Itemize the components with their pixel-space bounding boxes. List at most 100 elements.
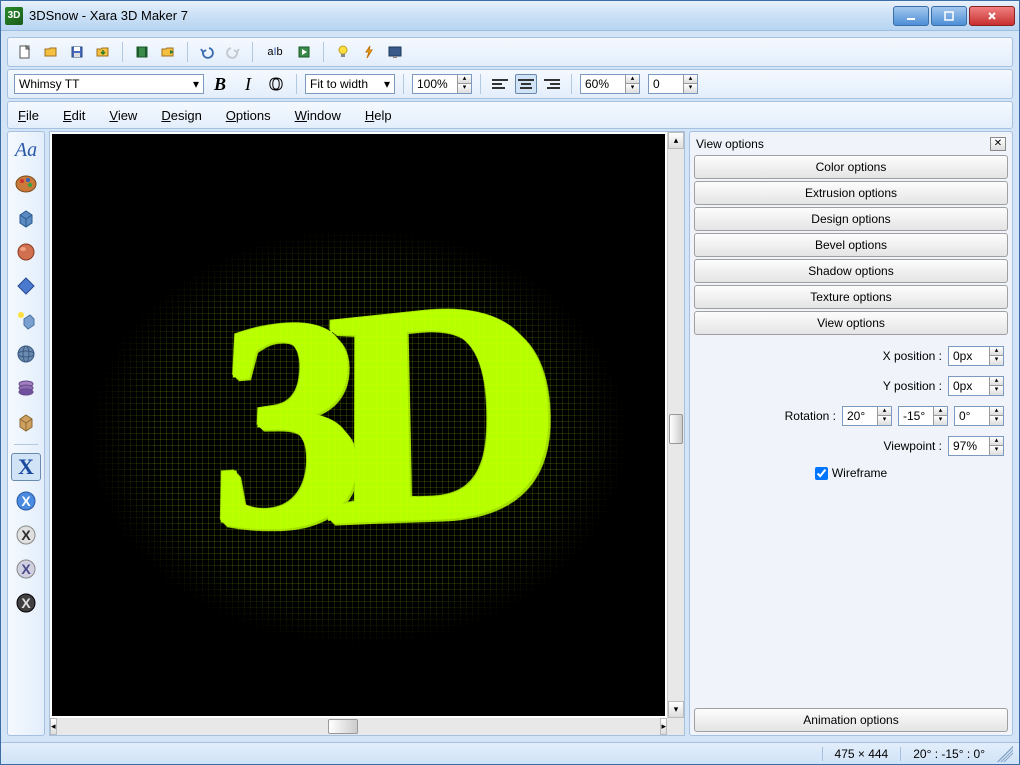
menu-help[interactable]: Help (365, 108, 392, 123)
fit-mode-combo[interactable]: Fit to width ▾ (305, 74, 395, 94)
animate-icon[interactable] (293, 41, 315, 63)
menu-view[interactable]: View (109, 108, 137, 123)
scroll-down-icon[interactable]: ▾ (668, 701, 684, 718)
menu-edit[interactable]: Edit (63, 108, 85, 123)
sphere-icon[interactable] (11, 238, 41, 266)
aspect-field[interactable]: ▴▾ (580, 74, 640, 94)
rotation-x-field[interactable]: ▴▾ (842, 406, 892, 426)
resize-grip-icon[interactable] (997, 746, 1013, 762)
vertical-scrollbar[interactable]: ▴ ▾ (667, 132, 684, 718)
zoom-field[interactable]: ▴▾ (412, 74, 472, 94)
x-circle-2-icon[interactable]: X (11, 521, 41, 549)
palette-icon[interactable] (11, 170, 41, 198)
bevel-options-button[interactable]: Bevel options (694, 233, 1008, 257)
scroll-track[interactable] (57, 718, 661, 735)
aspect-input[interactable] (581, 75, 625, 93)
extrusion-options-button[interactable]: Extrusion options (694, 181, 1008, 205)
align-center-button[interactable] (515, 74, 537, 94)
save-icon[interactable] (66, 41, 88, 63)
spin-down-icon[interactable]: ▾ (989, 416, 1003, 425)
rotation-y-field[interactable]: ▴▾ (898, 406, 948, 426)
extrude-cube-icon[interactable] (11, 204, 41, 232)
maximize-button[interactable] (931, 6, 967, 26)
viewpoint-input[interactable] (949, 437, 989, 455)
kerning-input[interactable] (649, 75, 683, 93)
undo-icon[interactable] (196, 41, 218, 63)
scroll-up-icon[interactable]: ▴ (668, 132, 684, 149)
zoom-input[interactable] (413, 75, 457, 93)
x-circle-1-icon[interactable]: X (11, 487, 41, 515)
text-tool-icon[interactable]: Aa (11, 136, 41, 164)
spin-down-icon[interactable]: ▾ (683, 84, 697, 93)
texture-options-button[interactable]: Texture options (694, 285, 1008, 309)
bevel-diamond-icon[interactable] (11, 272, 41, 300)
spin-up-icon[interactable]: ▴ (989, 347, 1003, 356)
spin-down-icon[interactable]: ▾ (989, 386, 1003, 395)
flash-icon[interactable] (358, 41, 380, 63)
menu-window[interactable]: Window (295, 108, 341, 123)
spin-up-icon[interactable]: ▴ (933, 407, 947, 416)
spin-up-icon[interactable]: ▴ (989, 407, 1003, 416)
color-options-button[interactable]: Color options (694, 155, 1008, 179)
y-position-field[interactable]: ▴▾ (948, 376, 1004, 396)
x-circle-4-icon[interactable]: X (11, 589, 41, 617)
new-icon[interactable] (14, 41, 36, 63)
animation-options-button[interactable]: Animation options (694, 708, 1008, 732)
kerning-field[interactable]: ▴▾ (648, 74, 698, 94)
close-button[interactable] (969, 6, 1015, 26)
spin-up-icon[interactable]: ▴ (457, 75, 471, 84)
scroll-thumb[interactable] (669, 414, 683, 444)
outline-button[interactable]: O (264, 74, 288, 95)
menu-options[interactable]: Options (226, 108, 271, 123)
align-left-button[interactable] (489, 74, 511, 94)
viewpoint-field[interactable]: ▴▾ (948, 436, 1004, 456)
export-image-icon[interactable] (157, 41, 179, 63)
wireframe-checkbox[interactable] (815, 467, 828, 480)
redo-icon[interactable] (222, 41, 244, 63)
export-movie-icon[interactable] (131, 41, 153, 63)
screensaver-icon[interactable] (384, 41, 406, 63)
spin-up-icon[interactable]: ▴ (989, 377, 1003, 386)
open-icon[interactable] (40, 41, 62, 63)
globe-icon[interactable] (11, 340, 41, 368)
x-position-field[interactable]: ▴▾ (948, 346, 1004, 366)
horizontal-scrollbar[interactable]: ◂ ▸ (50, 718, 667, 735)
rotation-z-field[interactable]: ▴▾ (954, 406, 1004, 426)
view-options-button[interactable]: View options (694, 311, 1008, 335)
box-icon[interactable] (11, 408, 41, 436)
rotation-x-input[interactable] (843, 407, 877, 425)
scroll-track[interactable] (668, 149, 684, 701)
x-position-input[interactable] (949, 347, 989, 365)
spin-down-icon[interactable]: ▾ (877, 416, 891, 425)
spin-up-icon[interactable]: ▴ (877, 407, 891, 416)
3d-canvas[interactable]: 3D (52, 134, 665, 716)
rotation-z-input[interactable] (955, 407, 989, 425)
menu-file[interactable]: File (18, 108, 39, 123)
spin-down-icon[interactable]: ▾ (989, 356, 1003, 365)
light-bulb-icon[interactable] (332, 41, 354, 63)
spin-up-icon[interactable]: ▴ (989, 437, 1003, 446)
menu-design[interactable]: Design (161, 108, 201, 123)
light-cube-icon[interactable] (11, 306, 41, 334)
minimize-button[interactable] (893, 6, 929, 26)
align-right-button[interactable] (541, 74, 563, 94)
rotation-y-input[interactable] (899, 407, 933, 425)
panel-close-icon[interactable]: ✕ (990, 137, 1006, 151)
x-letter-tool-icon[interactable]: X (11, 453, 41, 481)
spin-down-icon[interactable]: ▾ (625, 84, 639, 93)
stack-icon[interactable] (11, 374, 41, 402)
spin-up-icon[interactable]: ▴ (625, 75, 639, 84)
bold-button[interactable]: B (208, 74, 232, 95)
scroll-thumb[interactable] (328, 719, 358, 734)
import-icon[interactable] (92, 41, 114, 63)
design-options-button[interactable]: Design options (694, 207, 1008, 231)
y-position-input[interactable] (949, 377, 989, 395)
spin-down-icon[interactable]: ▾ (457, 84, 471, 93)
italic-button[interactable]: I (236, 74, 260, 95)
x-circle-3-icon[interactable]: X (11, 555, 41, 583)
spin-down-icon[interactable]: ▾ (989, 446, 1003, 455)
spin-up-icon[interactable]: ▴ (683, 75, 697, 84)
spin-down-icon[interactable]: ▾ (933, 416, 947, 425)
shadow-options-button[interactable]: Shadow options (694, 259, 1008, 283)
text-cursor-icon[interactable]: aIb (261, 41, 289, 63)
